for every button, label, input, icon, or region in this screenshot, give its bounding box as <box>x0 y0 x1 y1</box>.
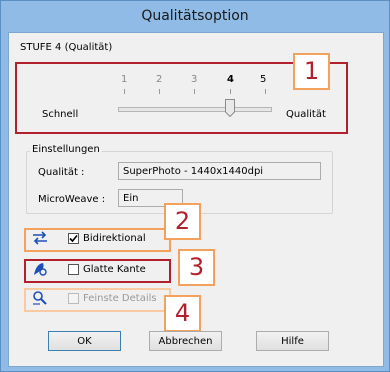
slider-track[interactable] <box>118 107 272 112</box>
bidirectional-checkbox[interactable] <box>68 233 79 244</box>
slider-tick-4 <box>230 89 231 94</box>
bidirectional-label[interactable]: Bidirektional <box>83 233 146 244</box>
slider-left-label: Schnell <box>42 109 79 120</box>
dialog-title: Qualitätsoption <box>141 8 249 24</box>
smooth-edges-checkbox[interactable] <box>68 264 79 275</box>
dialog-window: Qualitätsoption STUFE 4 (Qualität) 1 2 3… <box>0 0 390 372</box>
slider-tick-3 <box>194 89 195 94</box>
quality-label: Qualität : <box>38 167 85 178</box>
callout-4: 4 <box>164 295 201 332</box>
quality-level-label: STUFE 4 (Qualität) <box>20 42 113 53</box>
slider-tick-label-4: 4 <box>227 74 234 85</box>
slider-tick-label-2: 2 <box>156 74 163 85</box>
callout-2: 2 <box>164 203 201 240</box>
fine-detail-label[interactable]: Feinste Details <box>83 293 157 304</box>
slider-tick-label-5: 5 <box>260 74 267 85</box>
microweave-label: MicroWeave : <box>38 194 106 205</box>
fine-detail-checkbox[interactable] <box>68 293 79 304</box>
callout-1: 1 <box>293 53 330 90</box>
slider-thumb[interactable] <box>225 99 235 118</box>
slider-tick-1 <box>124 89 125 94</box>
callout-3: 3 <box>178 249 215 286</box>
dialog-client-area: STUFE 4 (Qualität) 1 2 3 4 5 Schnell Qua… <box>8 32 384 367</box>
quality-value-field: SuperPhoto - 1440x1440dpi <box>118 162 321 180</box>
ok-button[interactable]: OK <box>48 331 121 351</box>
smooth-edges-icon <box>32 261 48 277</box>
help-button[interactable]: Hilfe <box>256 331 329 351</box>
slider-right-label: Qualität <box>286 109 326 120</box>
cancel-button[interactable]: Abbrechen <box>149 331 222 351</box>
slider-tick-2 <box>159 89 160 94</box>
bidirectional-icon <box>32 231 48 245</box>
slider-tick-label-1: 1 <box>121 74 128 85</box>
smooth-edges-label[interactable]: Glatte Kante <box>83 264 146 275</box>
settings-group-title: Einstellungen <box>30 144 102 155</box>
fine-detail-icon <box>32 290 48 306</box>
slider-tick-5 <box>265 89 266 94</box>
slider-tick-label-3: 3 <box>191 74 198 85</box>
